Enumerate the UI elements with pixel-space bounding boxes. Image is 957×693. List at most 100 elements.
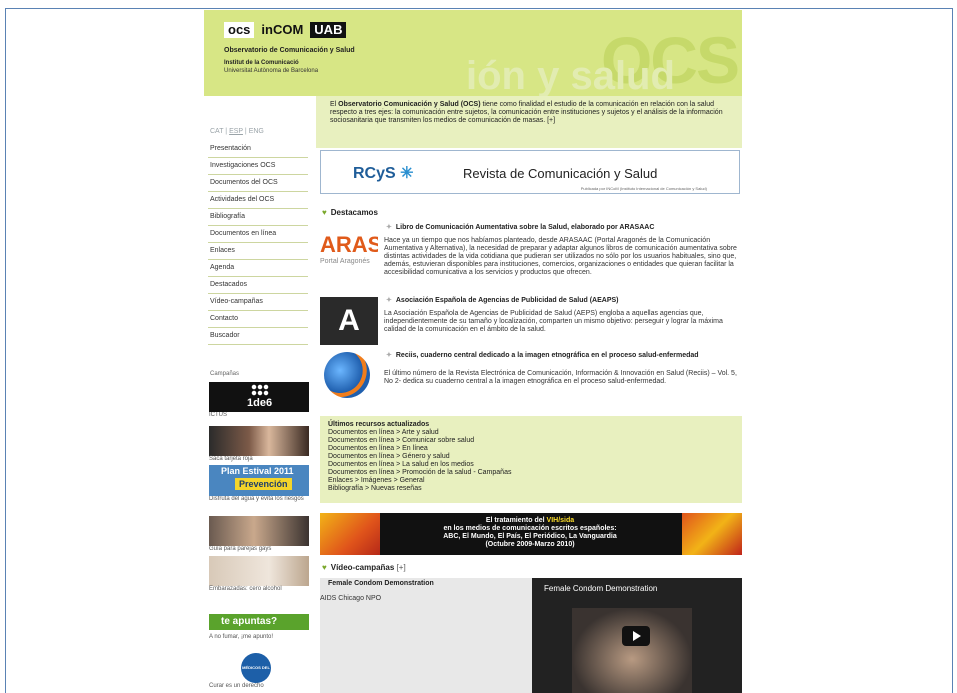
recursos-title: Últimos recursos actualizados [328,421,430,428]
recurso-link[interactable]: Enlaces > Imágenes > General [328,477,734,485]
arasaac-logo-text: ARASAAC [320,232,378,257]
uab-logo[interactable]: UAB [310,22,347,38]
recurso-link[interactable]: Documentos en línea > Promoción de la sa… [328,469,734,477]
menu-item-destacados[interactable]: Destacados [208,277,308,294]
vih-art-right [682,513,742,555]
news-title-2[interactable]: ✦ Asociación Española de Agencias de Publ… [386,297,740,305]
aeaps-logo[interactable]: A [320,297,378,345]
intro-bold: Observatorio Comunicación y Salud (OCS) [338,101,481,108]
destacamos-label: Destacamos [330,208,378,217]
campaign-estival-title: Plan Estival 2011 [221,466,294,476]
lang-cat[interactable]: CAT [210,128,223,135]
video-item-title[interactable]: Female Condom Demonstration [328,580,434,587]
rcys-banner[interactable]: RCyS ✳ Revista de Comunicación y Salud P… [320,150,740,194]
arasaac-logo[interactable]: ARASAAC Portal Aragonés [320,222,378,286]
recurso-link[interactable]: Bibliografía > Nuevas reseñas [328,485,734,493]
menu-item-investigaciones[interactable]: Investigaciones OCS [208,158,308,175]
lang-eng[interactable]: ENG [249,128,264,135]
video-channel: AIDS Chicago NPO [320,595,382,602]
heart-icon: ♥ [322,208,327,217]
video-box: Female Condom Demonstration AIDS Chicago… [320,578,742,693]
campaign-ictus[interactable]: 1de6 ICTUS [209,382,309,419]
menu-item-video-campanas[interactable]: Vídeo-campañas [208,294,308,311]
dots-icon [251,384,269,396]
campaign-medicos-mundo[interactable]: MÉDICOS DEL MUNDO Curar es un derecho [209,653,309,693]
main-menu: Presentación Investigaciones OCS Documen… [208,141,308,345]
vih-text: El tratamiento del VIH/sida en los medio… [443,517,617,548]
recurso-link[interactable]: Documentos en línea > Comunicar sobre sa… [328,437,734,445]
news-body-1: Hace ya un tiempo que nos habíamos plant… [384,237,737,276]
globe-icon [324,352,370,398]
campaign-caption: ICTUS [209,412,227,418]
recursos-box: Últimos recursos actualizados Documentos… [320,416,742,503]
video-campanas-label: Vídeo-campañas [330,563,395,572]
campaign-tarjeta-roja[interactable]: Saca tarjeta roja [209,426,309,463]
university-name: Universitat Autònoma de Barcelona [224,68,319,74]
campaign-1de6-text: 1de6 [247,397,273,409]
recurso-link[interactable]: Documentos en línea > Arte y salud [328,429,734,437]
menu-item-contacto[interactable]: Contacto [208,311,308,328]
logo-bar: ocs inCOM UAB [224,22,347,38]
menu-item-bibliografia[interactable]: Bibliografía [208,209,308,226]
rcys-title: Revista de Comunicación y Salud [463,166,658,181]
news-body-3: El último número de la Revista Electróni… [384,370,737,385]
campaign-caption: Guía para parejas gays [209,546,272,552]
menu-item-actividades[interactable]: Actividades del OCS [208,192,308,209]
page: OCS ión y salud ocs inCOM UAB Observator… [204,10,742,693]
news-body-2: La Asociación Española de Agencias de Pu… [384,310,723,333]
reciis-logo[interactable] [320,352,378,398]
campaign-caption: A no fumar, ¡me apunto! [209,634,274,640]
player-title: Female Condom Demonstration [544,584,658,593]
campaign-photo [209,556,309,586]
rcys-publisher: Publicada por INCoM (Instituto Internaci… [580,186,707,191]
campaign-caption: Disfruta del agua y evita los riesgos [209,496,304,502]
intro-text-a: El [330,101,339,108]
campaign-parejas-gays[interactable]: Guía para parejas gays [209,516,309,553]
campaign-banner-estival: Plan Estival 2011 Prevención [209,465,309,496]
language-switcher: CAT | ESP | ENG [210,128,264,135]
plus-icon: ✦ [386,297,392,304]
header: OCS ión y salud ocs inCOM UAB Observator… [204,10,742,96]
play-icon[interactable] [622,626,650,646]
news-title-1[interactable]: ✦ Libro de Comunicación Aumentativa sobre… [386,224,740,232]
video-player[interactable]: Female Condom Demonstration [532,578,742,693]
menu-item-enlaces[interactable]: Enlaces [208,243,308,260]
recurso-link[interactable]: Documentos en línea > En línea [328,445,734,453]
heart-icon: ♥ [322,563,327,572]
menu-item-buscador[interactable]: Buscador [208,328,308,345]
menu-item-agenda[interactable]: Agenda [208,260,308,277]
star-icon: ✳ [400,165,414,182]
vih-art-left [320,513,380,555]
ocs-logo[interactable]: ocs [224,22,255,38]
destacamos-heading: ♥ Destacamos [322,208,378,217]
video-thumbnail [572,608,692,693]
incom-logo[interactable]: inCOM [257,22,308,38]
campaign-photo [209,426,309,456]
news-title-3[interactable]: ✦ Reciis, cuaderno central dedicado a la … [386,352,740,360]
site-title: Observatorio de Comunicación y Salud [224,47,355,54]
vih-banner[interactable]: El tratamiento del VIH/sida en los medio… [320,513,742,555]
arasaac-logo-sub: Portal Aragonés [320,258,370,265]
menu-item-documentos-ocs[interactable]: Documentos del OCS [208,175,308,192]
header-watermark-sub: ión y salud [466,54,675,96]
lang-esp[interactable]: ESP [229,128,243,135]
video-campanas-heading: ♥ Vídeo-campañas [+] [322,563,406,572]
rcys-logo: RCyS ✳ [353,165,414,182]
medicos-del-mundo-logo: MÉDICOS DEL MUNDO [241,653,271,683]
campaign-no-fumar[interactable]: te apuntas? A no fumar, ¡me apunto! [209,614,309,641]
campaign-banner-1de6: 1de6 [209,382,309,412]
campaign-estival-sub: Prevención [235,478,292,490]
menu-item-documentos-linea[interactable]: Documentos en línea [208,226,308,243]
institute-name: Institut de la Comunicació [224,60,299,66]
menu-item-presentacion[interactable]: Presentación [208,141,308,158]
recurso-link[interactable]: Documentos en línea > La salud en los me… [328,461,734,469]
campaign-photo [209,516,309,546]
recurso-link[interactable]: Documentos en línea > Género y salud [328,453,734,461]
campaigns-title: Campañas [210,371,240,377]
campaign-te-apuntas: te apuntas? [209,614,309,630]
campaign-plan-estival[interactable]: Plan Estival 2011 Prevención Disfruta de… [209,465,309,503]
campaign-caption: Saca tarjeta roja [209,456,253,462]
campaign-embarazadas[interactable]: Embarazadas: cero alcohol [209,556,309,593]
campaign-caption: Curar es un derecho [209,683,264,689]
video-more-link[interactable]: [+] [397,563,406,572]
